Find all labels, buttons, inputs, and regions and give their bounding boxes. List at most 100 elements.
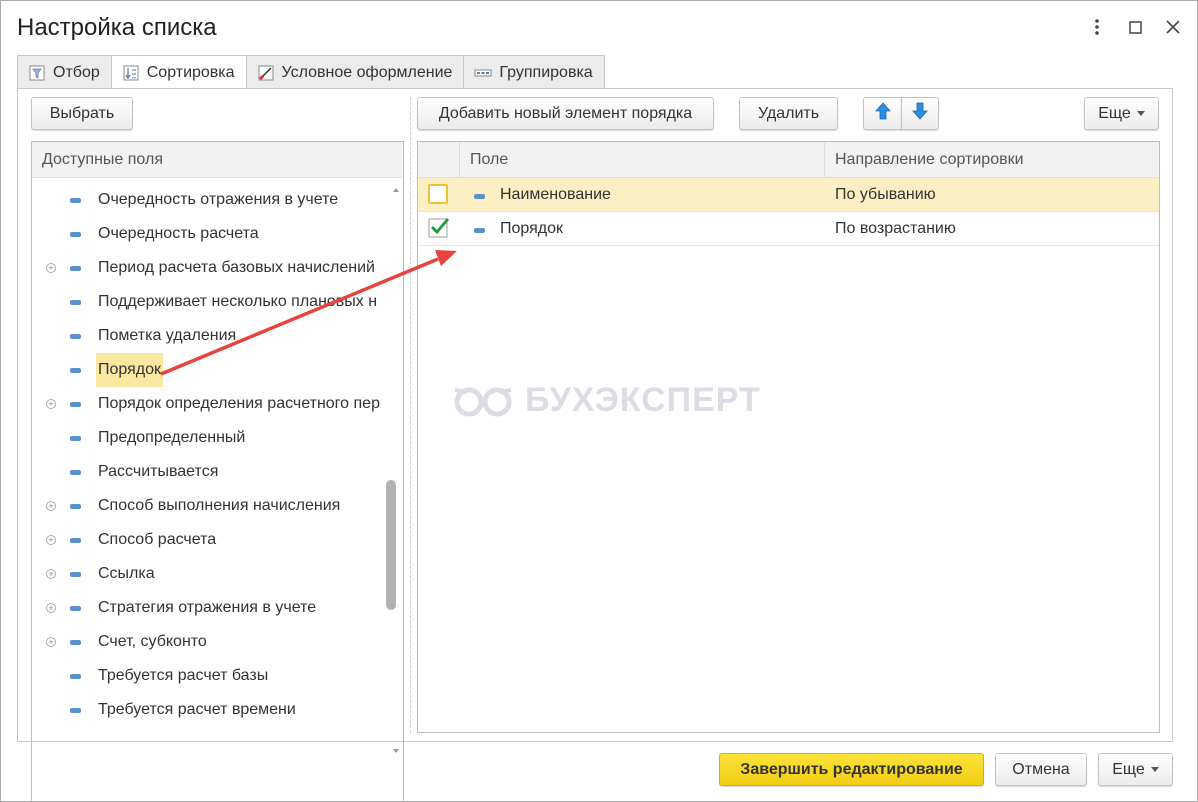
field-icon [70,572,81,577]
tree-item[interactable]: + Счет, субконто [32,625,388,659]
tree-item-label: Стратегия отражения в учете [98,599,317,616]
owl-logo-icon [451,384,515,418]
expand-icon[interactable]: + [46,399,56,409]
tree-item[interactable]: Рассчитывается [32,455,388,489]
tree-item[interactable]: + Период расчета базовых начислений [32,251,388,285]
field-icon [70,300,81,305]
field-icon [70,674,81,679]
field-icon [70,402,81,407]
tree-item-label: Предопределенный [98,429,246,446]
header-direction: Направление сортировки [835,151,1024,168]
tree-item-label: Требуется расчет базы [98,667,269,684]
tree-item-label: Поддерживает несколько плановых н [98,293,378,310]
watermark-text: БУХЭКСПЕРТ [525,381,761,419]
arrow-up-icon [874,102,891,125]
row-direction[interactable]: По возрастанию [835,212,956,246]
tab-sort[interactable]: Сортировка [110,55,247,90]
header-divider [824,142,825,178]
more-button-footer[interactable]: Еще [1098,753,1173,786]
tab-conditional-format-label: Условное оформление [281,63,453,81]
tree-item[interactable]: Порядок [32,353,388,387]
expand-icon[interactable]: + [46,637,56,647]
row-checkbox[interactable] [428,218,450,238]
window-title: Настройка списка [17,14,217,41]
tree-vertical-scroll-thumb[interactable] [386,480,396,610]
tree-item[interactable]: + Способ расчета [32,523,388,557]
tree-item-label: Период расчета базовых начислений [98,259,375,276]
tree-item[interactable]: Очередность отражения в учете [32,183,388,217]
tree-item-label: Порядок [96,353,164,387]
tab-filter[interactable]: Отбор [17,55,112,89]
tree-item-label: Счет, субконто [98,633,207,650]
tree-item[interactable]: Требуется расчет базы [32,659,388,693]
expand-icon[interactable]: + [46,501,56,511]
tree-item[interactable]: + Стратегия отражения в учете [32,591,388,625]
check-icon [428,218,450,238]
panel-splitter[interactable] [410,97,411,733]
finish-editing-button[interactable]: Завершить редактирование [719,753,984,786]
field-icon [70,640,81,645]
field-icon [474,228,485,233]
more-button-footer-label: Еще [1112,760,1145,778]
tree-item-label: Пометка удаления [98,327,237,344]
tree-item-label: Очередность отражения в учете [98,191,339,208]
more-actions-icon[interactable] [1085,15,1109,39]
dropdown-icon [1136,111,1145,116]
field-icon [70,538,81,543]
tree-item[interactable]: Очередность расчета [32,217,388,251]
add-order-element-button[interactable]: Добавить новый элемент порядка [417,97,714,130]
field-icon [474,194,485,199]
field-icon [70,708,81,713]
tree-item-label: Ссылка [98,565,155,582]
expand-icon[interactable]: + [46,603,56,613]
field-icon [70,266,81,271]
expand-icon[interactable]: + [46,263,56,273]
dropdown-icon [1150,767,1159,772]
close-icon[interactable] [1161,15,1185,39]
tab-sort-label: Сортировка [146,64,235,81]
field-icon [70,606,81,611]
row-field: Порядок [500,220,564,237]
delete-button[interactable]: Удалить [739,97,838,130]
more-button-right[interactable]: Еще [1084,97,1159,130]
tree-item-label: Рассчитывается [98,463,219,480]
tree-item[interactable]: + Ссылка [32,557,388,591]
tree-item[interactable]: Пометка удаления [32,319,388,353]
row-checkbox[interactable] [428,184,448,204]
tree-item-label: Способ расчета [98,531,217,548]
tree-item[interactable]: + Способ выполнения начисления [32,489,388,523]
filter-icon [28,64,46,82]
tab-conditional-format[interactable]: Условное оформление [245,55,465,89]
move-up-button[interactable] [863,97,902,130]
row-field: Наименование [500,186,611,203]
move-down-button[interactable] [901,97,939,130]
tree-item-label: Порядок определения расчетного пер [98,395,380,412]
cancel-button[interactable]: Отмена [995,753,1087,786]
tree-item[interactable]: Требуется расчет времени [32,693,388,727]
header-check-column [418,142,460,178]
tab-grouping-label: Группировка [499,63,593,81]
tree-vertical-scrollbar[interactable] [388,178,403,763]
header-field: Поле [470,151,509,168]
grouping-icon [474,64,492,82]
field-icon [70,232,81,237]
tree-item[interactable]: + Порядок определения расчетного пер [32,387,388,421]
expand-icon[interactable]: + [46,535,56,545]
expand-icon[interactable]: + [46,569,56,579]
available-fields-tree[interactable]: Доступные поля Очередность отражения в у… [31,141,404,802]
tree-item[interactable]: Поддерживает несколько плановых н [32,285,388,319]
maximize-icon[interactable] [1123,15,1147,39]
tab-filter-label: Отбор [53,63,100,81]
select-button[interactable]: Выбрать [31,97,133,130]
field-icon [70,334,81,339]
table-row[interactable]: Наименование По убыванию [418,178,1159,212]
row-direction[interactable]: По убыванию [835,178,936,212]
table-row[interactable]: Порядок По возрастанию [418,212,1159,246]
tree-item[interactable]: Предопределенный [32,421,388,455]
sort-order-table[interactable]: Поле Направление сортировки Наименование… [417,141,1160,733]
more-button-right-label: Еще [1098,104,1131,122]
tab-grouping[interactable]: Группировка [463,55,605,89]
field-icon [70,504,81,509]
table-header: Поле Направление сортировки [418,142,1159,178]
conditional-format-icon [257,64,275,82]
